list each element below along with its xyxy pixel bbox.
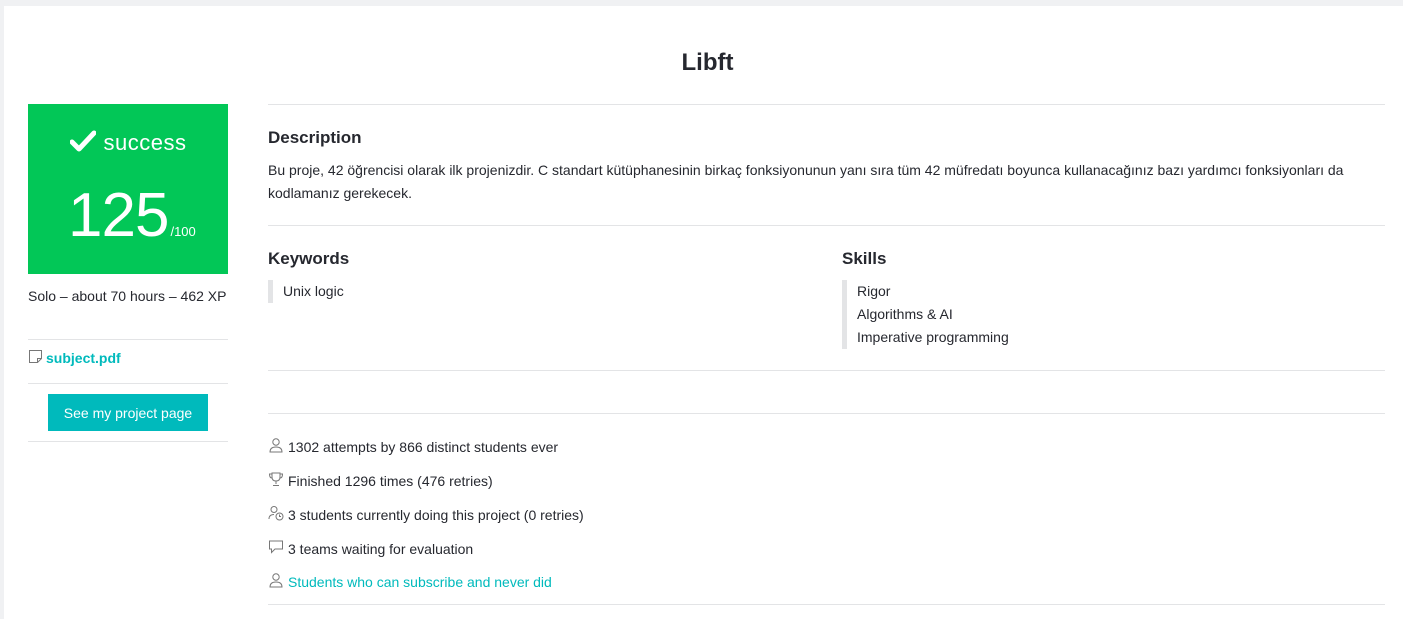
description-text: Bu proje, 42 öğrencisi olarak ilk projen… <box>268 162 1344 201</box>
stat-text: 3 students currently doing this project … <box>288 506 584 523</box>
skills-heading: Skills <box>842 249 887 268</box>
chat-icon <box>268 539 284 558</box>
stat-attempts: 1302 attempts by 866 distinct students e… <box>268 437 558 456</box>
user-icon <box>268 572 284 591</box>
divider <box>28 441 228 442</box>
stat-text: 3 teams waiting for evaluation <box>288 540 474 557</box>
divider <box>268 604 1385 605</box>
page-title: Libft <box>681 49 734 76</box>
description-heading: Description <box>268 128 362 147</box>
user-clock-icon <box>268 505 284 524</box>
keyword-item: Unix logic <box>283 283 344 299</box>
divider <box>28 339 228 340</box>
divider <box>268 413 1385 414</box>
project-meta: Solo – about 70 hours – 462 XP <box>28 288 227 304</box>
project-card: Libft success 125/100 Solo – about 70 ho… <box>4 6 1403 619</box>
stat-link-text[interactable]: Students who can subscribe and never did <box>288 574 552 590</box>
skills-list: Rigor Algorithms & AI Imperative program… <box>842 280 1009 349</box>
stat-text: 1302 attempts by 866 distinct students e… <box>288 438 559 455</box>
score-row: 125/100 <box>68 180 196 251</box>
subject-link-label[interactable]: subject.pdf <box>46 350 121 366</box>
skill-item: Rigor <box>857 283 891 299</box>
status-label: success <box>103 130 187 155</box>
keywords-heading: Keywords <box>268 249 350 268</box>
project-page-button[interactable]: See my project page <box>48 394 208 431</box>
divider <box>268 370 1385 371</box>
stat-evaluation: 3 teams waiting for evaluation <box>268 539 473 558</box>
stat-in-progress: 3 students currently doing this project … <box>268 505 584 524</box>
status-row: success <box>28 130 228 158</box>
skill-item: Imperative programming <box>857 329 1009 345</box>
stat-text: Finished 1296 times (476 retries) <box>288 472 493 489</box>
score-max: /100 <box>170 224 196 239</box>
trophy-icon <box>268 471 284 490</box>
divider <box>268 104 1385 105</box>
check-icon <box>69 130 96 158</box>
document-icon <box>28 349 43 367</box>
score-badge: success 125/100 <box>28 104 228 274</box>
stat-never-subscribed-link[interactable]: Students who can subscribe and never did <box>268 572 552 591</box>
divider <box>28 383 228 384</box>
stat-finished: Finished 1296 times (476 retries) <box>268 471 493 490</box>
divider <box>268 225 1385 226</box>
subject-link[interactable]: subject.pdf <box>28 349 121 367</box>
skill-item: Algorithms & AI <box>857 306 953 322</box>
user-icon <box>268 437 284 456</box>
keywords-list: Unix logic <box>268 280 344 303</box>
score-value: 125 <box>68 181 169 250</box>
